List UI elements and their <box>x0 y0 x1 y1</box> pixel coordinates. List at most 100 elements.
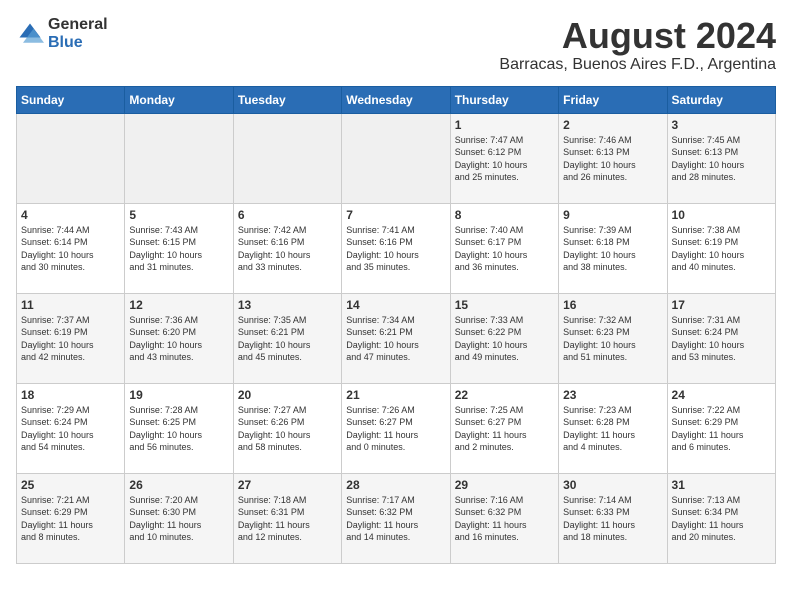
day-number: 24 <box>672 388 771 402</box>
calendar-cell: 13Sunrise: 7:35 AM Sunset: 6:21 PM Dayli… <box>233 293 341 383</box>
calendar-cell: 8 Sunrise: 7:40 AM Sunset: 6:17 PM Daylig… <box>450 203 558 293</box>
day-info: Sunrise: 7:13 AM Sunset: 6:34 PM Dayligh… <box>672 494 771 544</box>
day-number: 2 <box>563 118 662 132</box>
day-number: 28 <box>346 478 445 492</box>
day-info: Sunrise: 7:20 AM Sunset: 6:30 PM Dayligh… <box>129 494 228 544</box>
day-info: Sunrise: 7:34 AM Sunset: 6:21 PM Dayligh… <box>346 314 445 364</box>
month-year-title: August 2024 <box>499 16 776 56</box>
calendar-cell: 11Sunrise: 7:37 AM Sunset: 6:19 PM Dayli… <box>17 293 125 383</box>
calendar-cell <box>233 113 341 203</box>
calendar-cell: 24Sunrise: 7:22 AM Sunset: 6:29 PM Dayli… <box>667 383 775 473</box>
calendar-cell: 26 Sunrise: 7:20 AM Sunset: 6:30 PM Dayli… <box>125 473 233 563</box>
logo: General Blue <box>16 16 108 51</box>
col-header-wednesday: Wednesday <box>342 86 450 113</box>
day-info: Sunrise: 7:39 AM Sunset: 6:18 PM Dayligh… <box>563 224 662 274</box>
day-info: Sunrise: 7:43 AM Sunset: 6:15 PM Dayligh… <box>129 224 228 274</box>
calendar-cell: 15 Sunrise: 7:33 AM Sunset: 6:22 PM Dayli… <box>450 293 558 383</box>
day-number: 26 <box>129 478 228 492</box>
day-number: 18 <box>21 388 120 402</box>
calendar-cell: 10 Sunrise: 7:38 AM Sunset: 6:19 PM Dayli… <box>667 203 775 293</box>
calendar-cell: 16Sunrise: 7:32 AM Sunset: 6:23 PM Dayli… <box>559 293 667 383</box>
day-info: Sunrise: 7:29 AM Sunset: 6:24 PM Dayligh… <box>21 404 120 454</box>
calendar-week-row: 18 Sunrise: 7:29 AM Sunset: 6:24 PM Dayli… <box>17 383 776 473</box>
col-header-friday: Friday <box>559 86 667 113</box>
calendar-cell: 23Sunrise: 7:23 AM Sunset: 6:28 PM Dayli… <box>559 383 667 473</box>
calendar-cell: 17 Sunrise: 7:31 AM Sunset: 6:24 PM Dayli… <box>667 293 775 383</box>
page-header: General Blue August 2024 Barracas, Bueno… <box>16 16 776 74</box>
day-number: 7 <box>346 208 445 222</box>
calendar-week-row: 25 Sunrise: 7:21 AM Sunset: 6:29 PM Dayli… <box>17 473 776 563</box>
day-info: Sunrise: 7:44 AM Sunset: 6:14 PM Dayligh… <box>21 224 120 274</box>
day-number: 25 <box>21 478 120 492</box>
calendar-table: SundayMondayTuesdayWednesdayThursdayFrid… <box>16 86 776 564</box>
title-block: August 2024 Barracas, Buenos Aires F.D.,… <box>499 16 776 74</box>
day-number: 1 <box>455 118 554 132</box>
day-info: Sunrise: 7:26 AM Sunset: 6:27 PM Dayligh… <box>346 404 445 454</box>
calendar-cell: 1 Sunrise: 7:47 AM Sunset: 6:12 PM Daylig… <box>450 113 558 203</box>
day-number: 5 <box>129 208 228 222</box>
calendar-cell: 3Sunrise: 7:45 AM Sunset: 6:13 PM Daylig… <box>667 113 775 203</box>
day-info: Sunrise: 7:32 AM Sunset: 6:23 PM Dayligh… <box>563 314 662 364</box>
day-info: Sunrise: 7:28 AM Sunset: 6:25 PM Dayligh… <box>129 404 228 454</box>
day-info: Sunrise: 7:41 AM Sunset: 6:16 PM Dayligh… <box>346 224 445 274</box>
day-number: 19 <box>129 388 228 402</box>
calendar-cell: 18 Sunrise: 7:29 AM Sunset: 6:24 PM Dayli… <box>17 383 125 473</box>
col-header-saturday: Saturday <box>667 86 775 113</box>
calendar-cell: 2 Sunrise: 7:46 AM Sunset: 6:13 PM Daylig… <box>559 113 667 203</box>
day-number: 15 <box>455 298 554 312</box>
col-header-thursday: Thursday <box>450 86 558 113</box>
day-info: Sunrise: 7:37 AM Sunset: 6:19 PM Dayligh… <box>21 314 120 364</box>
day-number: 20 <box>238 388 337 402</box>
day-info: Sunrise: 7:42 AM Sunset: 6:16 PM Dayligh… <box>238 224 337 274</box>
day-info: Sunrise: 7:31 AM Sunset: 6:24 PM Dayligh… <box>672 314 771 364</box>
day-number: 12 <box>129 298 228 312</box>
day-number: 10 <box>672 208 771 222</box>
logo-blue: Blue <box>48 34 108 52</box>
day-number: 23 <box>563 388 662 402</box>
calendar-cell: 7 Sunrise: 7:41 AM Sunset: 6:16 PM Daylig… <box>342 203 450 293</box>
day-number: 4 <box>21 208 120 222</box>
day-number: 27 <box>238 478 337 492</box>
calendar-cell: 4 Sunrise: 7:44 AM Sunset: 6:14 PM Daylig… <box>17 203 125 293</box>
calendar-cell: 14 Sunrise: 7:34 AM Sunset: 6:21 PM Dayli… <box>342 293 450 383</box>
day-info: Sunrise: 7:40 AM Sunset: 6:17 PM Dayligh… <box>455 224 554 274</box>
calendar-cell: 25 Sunrise: 7:21 AM Sunset: 6:29 PM Dayli… <box>17 473 125 563</box>
calendar-cell: 22Sunrise: 7:25 AM Sunset: 6:27 PM Dayli… <box>450 383 558 473</box>
calendar-cell: 12Sunrise: 7:36 AM Sunset: 6:20 PM Dayli… <box>125 293 233 383</box>
day-number: 22 <box>455 388 554 402</box>
calendar-cell: 21Sunrise: 7:26 AM Sunset: 6:27 PM Dayli… <box>342 383 450 473</box>
day-number: 17 <box>672 298 771 312</box>
calendar-cell: 19 Sunrise: 7:28 AM Sunset: 6:25 PM Dayli… <box>125 383 233 473</box>
col-header-sunday: Sunday <box>17 86 125 113</box>
day-number: 29 <box>455 478 554 492</box>
calendar-header-row: SundayMondayTuesdayWednesdayThursdayFrid… <box>17 86 776 113</box>
logo-icon <box>16 20 44 48</box>
calendar-cell: 28Sunrise: 7:17 AM Sunset: 6:32 PM Dayli… <box>342 473 450 563</box>
day-info: Sunrise: 7:33 AM Sunset: 6:22 PM Dayligh… <box>455 314 554 364</box>
calendar-cell <box>17 113 125 203</box>
calendar-cell: 6 Sunrise: 7:42 AM Sunset: 6:16 PM Daylig… <box>233 203 341 293</box>
day-info: Sunrise: 7:38 AM Sunset: 6:19 PM Dayligh… <box>672 224 771 274</box>
day-number: 13 <box>238 298 337 312</box>
day-info: Sunrise: 7:47 AM Sunset: 6:12 PM Dayligh… <box>455 134 554 184</box>
calendar-cell: 31 Sunrise: 7:13 AM Sunset: 6:34 PM Dayli… <box>667 473 775 563</box>
col-header-tuesday: Tuesday <box>233 86 341 113</box>
day-info: Sunrise: 7:18 AM Sunset: 6:31 PM Dayligh… <box>238 494 337 544</box>
calendar-week-row: 1 Sunrise: 7:47 AM Sunset: 6:12 PM Daylig… <box>17 113 776 203</box>
calendar-cell <box>125 113 233 203</box>
day-number: 8 <box>455 208 554 222</box>
day-number: 14 <box>346 298 445 312</box>
day-number: 9 <box>563 208 662 222</box>
calendar-cell: 27 Sunrise: 7:18 AM Sunset: 6:31 PM Dayli… <box>233 473 341 563</box>
calendar-cell: 20 Sunrise: 7:27 AM Sunset: 6:26 PM Dayli… <box>233 383 341 473</box>
logo-text: General Blue <box>48 16 108 51</box>
day-info: Sunrise: 7:21 AM Sunset: 6:29 PM Dayligh… <box>21 494 120 544</box>
day-number: 31 <box>672 478 771 492</box>
calendar-cell: 9 Sunrise: 7:39 AM Sunset: 6:18 PM Daylig… <box>559 203 667 293</box>
day-info: Sunrise: 7:46 AM Sunset: 6:13 PM Dayligh… <box>563 134 662 184</box>
day-info: Sunrise: 7:27 AM Sunset: 6:26 PM Dayligh… <box>238 404 337 454</box>
day-number: 6 <box>238 208 337 222</box>
logo-general: General <box>48 16 108 34</box>
calendar-cell: 30Sunrise: 7:14 AM Sunset: 6:33 PM Dayli… <box>559 473 667 563</box>
location-subtitle: Barracas, Buenos Aires F.D., Argentina <box>499 56 776 74</box>
